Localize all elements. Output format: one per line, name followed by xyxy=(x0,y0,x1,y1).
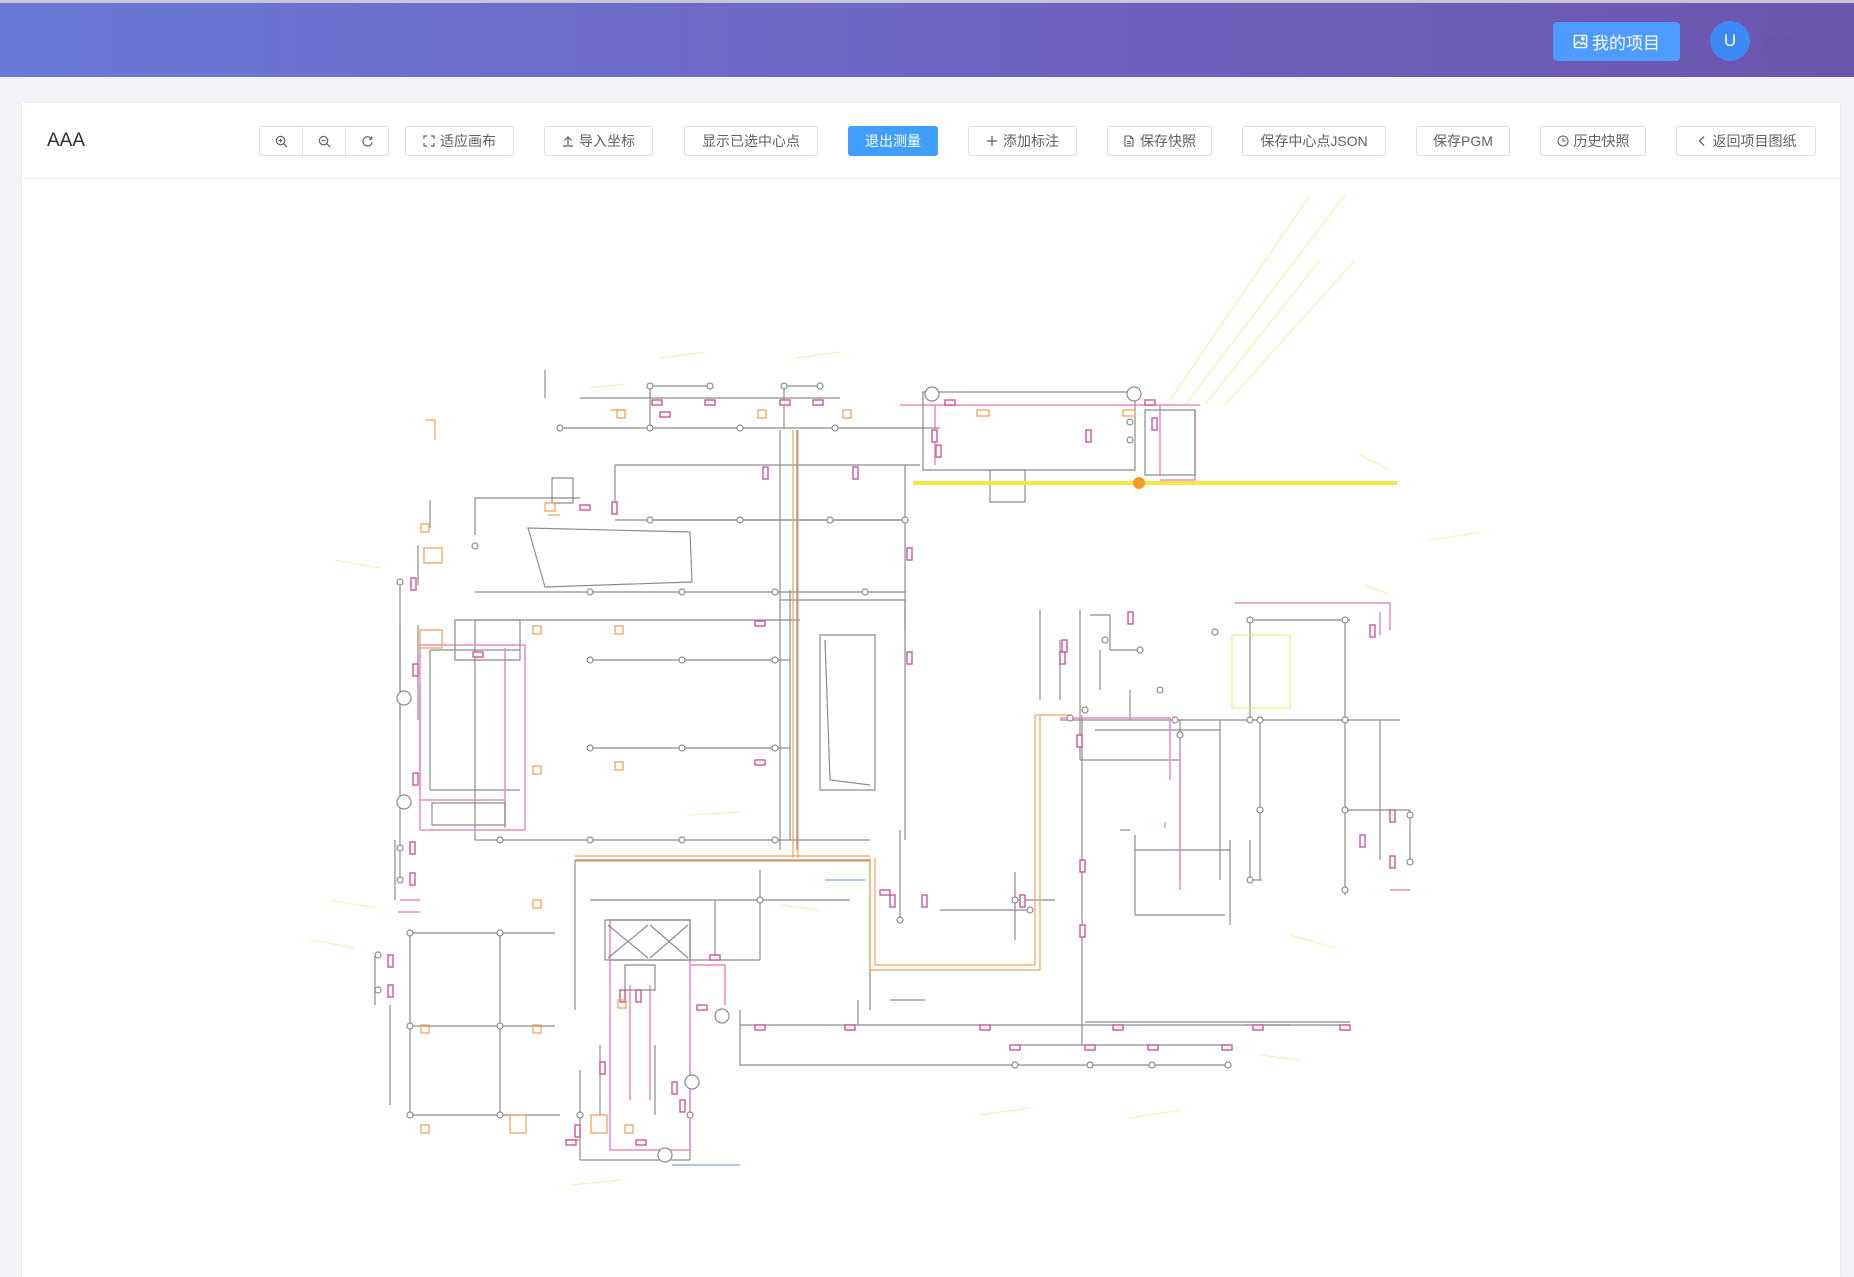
add-annotation-label: 添加标注 xyxy=(1003,133,1059,149)
project-title: AAA xyxy=(47,130,86,151)
add-annotation-button[interactable]: 添加标注 xyxy=(968,126,1077,156)
fullscreen-icon xyxy=(423,135,435,147)
zoom-in-button[interactable] xyxy=(259,126,303,156)
upload-icon xyxy=(563,136,573,147)
exit-measure-label: 退出测量 xyxy=(865,133,921,149)
avatar-initial: U xyxy=(1723,31,1737,50)
my-projects-label: 我的项目 xyxy=(1592,34,1660,53)
fit-canvas-button[interactable]: 适应画布 xyxy=(405,126,514,156)
save-snapshot-button[interactable]: 保存快照 xyxy=(1107,126,1212,156)
construction-lines xyxy=(309,194,1481,1186)
pipe-nodes xyxy=(374,382,1414,1163)
back-to-drawings-button[interactable]: 返回项目图纸 xyxy=(1676,126,1816,156)
import-coords-button[interactable]: 导入坐标 xyxy=(544,126,653,156)
pipe-network xyxy=(374,370,1411,1161)
editor-card: AAA 适应画布 导入坐标 显示已选中心点 退出测量 添加标注 保存快照 保存中… xyxy=(22,103,1840,1277)
history-snapshot-button[interactable]: 历史快照 xyxy=(1540,126,1646,156)
save-pgm-label: 保存PGM xyxy=(1433,133,1493,149)
top-navbar: 我的项目 U 用户 xyxy=(0,0,1854,77)
floor-plan-drawing[interactable] xyxy=(22,179,1840,1277)
fit-canvas-label: 适应画布 xyxy=(440,133,496,149)
show-selected-centers-button[interactable]: 显示已选中心点 xyxy=(684,126,818,156)
zoom-out-icon xyxy=(318,135,330,147)
zoom-out-button[interactable] xyxy=(302,126,346,156)
drawing-canvas[interactable] xyxy=(22,179,1840,1277)
back-to-drawings-label: 返回项目图纸 xyxy=(1712,133,1797,149)
save-center-json-label: 保存中心点JSON xyxy=(1260,133,1368,149)
save-pgm-button[interactable]: 保存PGM xyxy=(1416,126,1510,156)
clock-icon xyxy=(1556,135,1569,147)
toolbar: AAA 适应画布 导入坐标 显示已选中心点 退出测量 添加标注 保存快照 保存中… xyxy=(22,103,1840,179)
document-icon xyxy=(1124,135,1134,147)
refresh-icon xyxy=(361,135,373,147)
exit-measure-button[interactable]: 退出测量 xyxy=(848,126,938,156)
plus-icon xyxy=(987,136,997,146)
reset-view-button[interactable] xyxy=(345,126,389,156)
user-avatar[interactable]: U xyxy=(1710,21,1750,61)
my-projects-button[interactable]: 我的项目 xyxy=(1553,22,1680,61)
yellow-boxes xyxy=(1231,634,1291,709)
zoom-in-icon xyxy=(275,135,287,147)
import-coords-label: 导入坐标 xyxy=(579,133,635,149)
show-selected-centers-label: 显示已选中心点 xyxy=(702,133,800,149)
measure-line xyxy=(913,477,1397,489)
save-center-json-button[interactable]: 保存中心点JSON xyxy=(1242,126,1386,156)
save-snapshot-label: 保存快照 xyxy=(1140,133,1196,149)
picture-icon xyxy=(1573,34,1588,49)
chevron-left-icon xyxy=(1698,136,1704,146)
username[interactable]: 用户 xyxy=(1762,31,1794,55)
zoom-controls xyxy=(259,126,389,156)
blue-segment xyxy=(672,822,1166,1166)
orange-linework xyxy=(425,409,1070,971)
history-snapshot-label: 历史快照 xyxy=(1573,133,1630,149)
